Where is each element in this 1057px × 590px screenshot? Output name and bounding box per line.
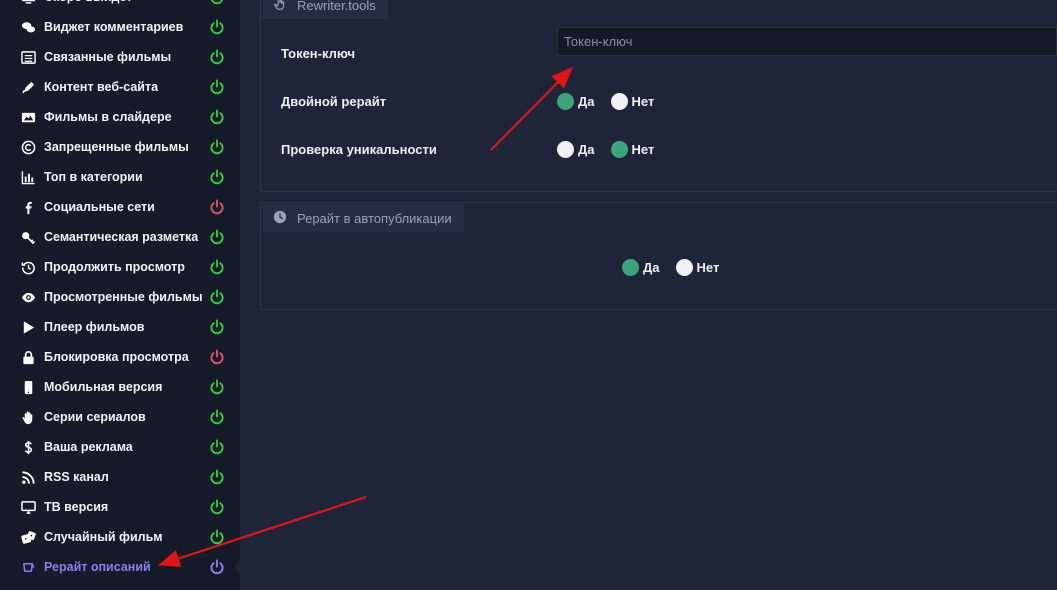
rewriter-tab-label: Rewriter.tools [297,0,376,13]
power-toggle-icon[interactable] [209,469,225,485]
sidebar-menu: Скоро выйдетВиджет комментариевСвязанные… [0,0,240,582]
power-toggle-icon[interactable] [209,229,225,245]
radio-unchecked-icon [557,141,574,158]
lock-icon [18,350,38,365]
power-toggle-icon[interactable] [209,109,225,125]
power-toggle-icon[interactable] [209,379,225,395]
radio-unchecked-icon [675,259,693,276]
power-toggle-icon[interactable] [209,349,225,365]
power-toggle-icon[interactable] [209,199,225,215]
rewriter-tab[interactable]: Rewriter.tools [263,0,388,19]
radio-label-no: Нет [631,142,655,157]
sidebar-item[interactable]: Топ в категории [0,162,240,192]
uniqueness-no-radio[interactable]: Нет [610,141,655,158]
uniqueness-radio-group: Да Нет [557,141,670,158]
dollar-icon [18,440,38,455]
copyright-icon [18,140,38,155]
token-input[interactable] [557,27,1057,56]
rewriter-panel: Rewriter.tools Токен-ключ Двойной рерайт… [260,0,1057,192]
radio-label-yes: Да [578,94,595,109]
play-icon [18,320,38,335]
history-icon [18,260,38,275]
pen-icon [18,80,38,95]
sidebar-item[interactable]: Просмотренные фильмы [0,282,240,312]
sidebar-item[interactable]: Скоро выйдет [0,0,240,12]
hand-icon [18,410,38,425]
rss-icon [18,470,38,485]
sidebar-item[interactable]: Блокировка просмотра [0,342,240,372]
sidebar-item[interactable]: Семантическая разметка [0,222,240,252]
power-toggle-icon[interactable] [209,409,225,425]
autopublish-no-radio[interactable]: Нет [675,259,720,276]
list-icon [18,50,38,65]
facebook-icon [18,200,38,215]
sidebar-item[interactable]: Виджет комментариев [0,12,240,42]
radio-checked-icon [622,259,639,276]
mobile-icon [18,380,38,395]
radio-label-no: Нет [696,260,720,275]
comments-icon [18,20,38,35]
key-icon [18,230,38,245]
power-toggle-icon[interactable] [209,499,225,515]
sidebar-item[interactable]: Связанные фильмы [0,42,240,72]
uniqueness-label: Проверка уникальности [281,142,437,157]
radio-label-yes: Да [578,142,595,157]
sidebar-item[interactable]: Фильмы в слайдере [0,102,240,132]
power-toggle-icon[interactable] [209,289,225,305]
tv-icon [18,0,38,5]
power-toggle-icon[interactable] [209,439,225,455]
power-toggle-icon[interactable] [209,139,225,155]
power-toggle-icon[interactable] [209,529,225,545]
sidebar-item[interactable]: Случайный фильм [0,522,240,552]
radio-unchecked-icon [610,93,628,110]
sidebar-item[interactable]: Социальные сети [0,192,240,222]
radio-checked-icon [557,93,574,110]
sidebar-item[interactable]: Серии сериалов [0,402,240,432]
token-label: Токен-ключ [281,46,356,61]
power-toggle-icon[interactable] [209,259,225,275]
double-rewrite-label: Двойной рерайт [281,94,387,109]
desktop-icon [18,500,38,515]
power-toggle-icon[interactable] [209,559,225,575]
power-toggle-icon[interactable] [209,0,225,5]
dice-icon [18,530,38,545]
images-icon [18,110,38,125]
autopublish-tab-label: Рерайт в автопубликации [297,210,452,226]
sidebar-item[interactable]: Плеер фильмов [0,312,240,342]
power-toggle-icon[interactable] [209,19,225,35]
autopublish-radio-group: Да Нет [622,259,735,276]
radio-checked-icon [610,141,628,158]
power-toggle-icon[interactable] [209,319,225,335]
double-rewrite-yes-radio[interactable]: Да [557,93,595,110]
autopublish-panel: Рерайт в автопубликации Да Нет [260,202,1057,310]
uniqueness-yes-radio[interactable]: Да [557,141,595,158]
sidebar-item[interactable]: ТВ версия [0,492,240,522]
double-rewrite-radio-group: Да Нет [557,93,670,110]
active-indicator [234,561,240,573]
autopublish-tab[interactable]: Рерайт в автопубликации [263,204,464,232]
sidebar-item[interactable]: RSS канал [0,462,240,492]
double-rewrite-no-radio[interactable]: Нет [610,93,655,110]
autopublish-yes-radio[interactable]: Да [622,259,660,276]
radio-label-no: Нет [631,94,655,109]
sidebar-item[interactable]: Рерайт описаний [0,552,240,582]
sidebar-item[interactable]: Контент веб-сайта [0,72,240,102]
power-toggle-icon[interactable] [209,79,225,95]
sidebar: Скоро выйдетВиджет комментариевСвязанные… [0,0,240,590]
rewrite-icon [18,560,38,575]
sidebar-item[interactable]: Мобильная версия [0,372,240,402]
sidebar-item[interactable]: Ваша реклама [0,432,240,462]
sidebar-item[interactable]: Запрещенные фильмы [0,132,240,162]
hand-pointer-icon [273,0,297,14]
chart-icon [18,170,38,185]
eye-icon [18,290,38,305]
power-toggle-icon[interactable] [209,49,225,65]
power-toggle-icon[interactable] [209,169,225,185]
clock-icon [273,210,297,227]
sidebar-item[interactable]: Продолжить просмотр [0,252,240,282]
radio-label-yes: Да [643,260,660,275]
